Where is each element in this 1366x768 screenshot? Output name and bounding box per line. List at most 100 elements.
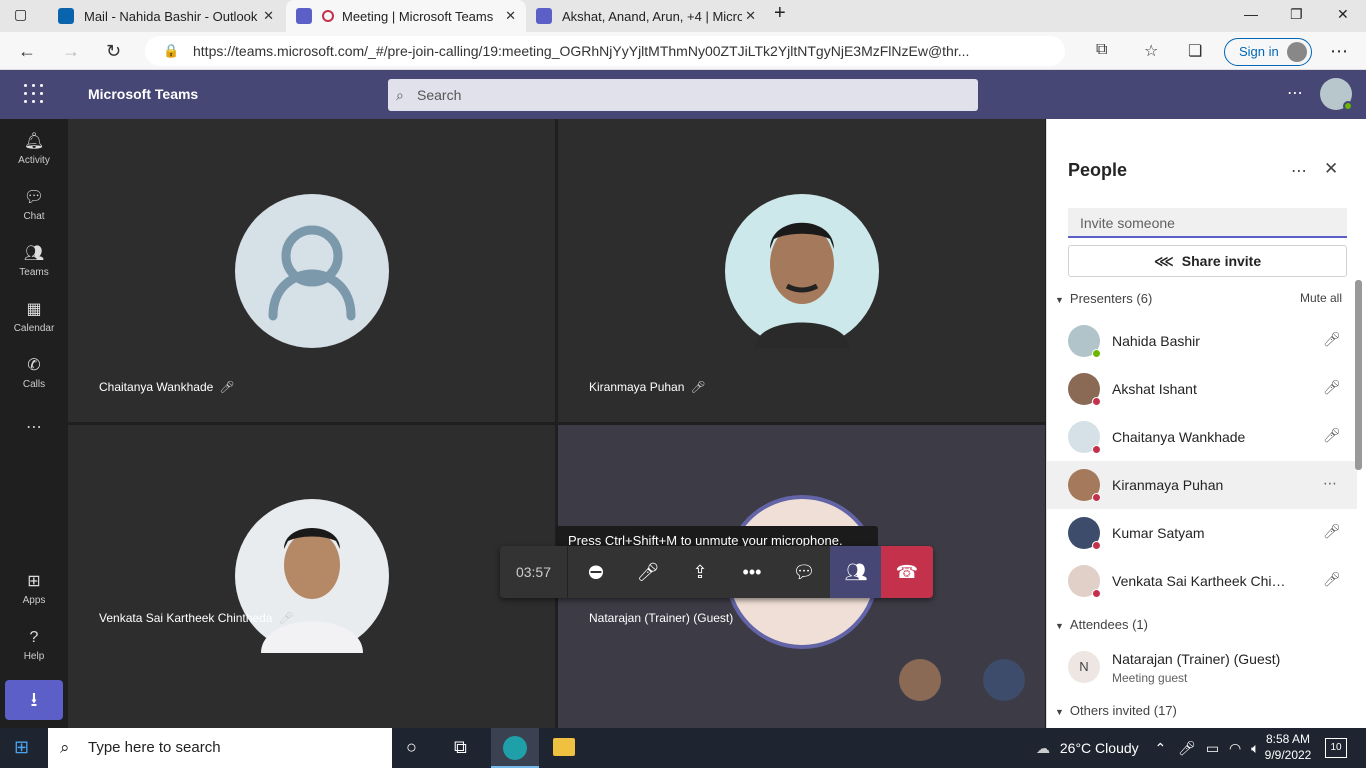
more-actions-button[interactable]: ••• [726, 546, 778, 598]
available-status-icon [1343, 101, 1353, 111]
task-view-icon[interactable]: ⧉ [454, 737, 467, 758]
mute-all-button[interactable]: Mute all [1300, 291, 1342, 305]
rail-item-chat[interactable]: 💬︎ Chat [0, 187, 68, 222]
wifi-icon[interactable]: ◠ [1229, 740, 1241, 756]
rail-item-calls[interactable]: ✆ Calls [0, 355, 68, 390]
attendees-header[interactable]: ▼ Attendees (1) [1055, 617, 1148, 632]
rail-label: Activity [18, 155, 50, 166]
sign-in-button[interactable]: Sign in [1224, 38, 1312, 66]
windows-start-icon[interactable]: ⊞ [14, 737, 29, 758]
panel-more-icon[interactable]: ⋯ [1291, 161, 1307, 181]
camera-off-button[interactable]: ⛔︎ [570, 546, 622, 598]
calendar-icon: ▦ [26, 301, 42, 318]
close-tab-icon[interactable]: ✕ [505, 8, 516, 24]
maximize-icon[interactable]: ❐ [1290, 6, 1303, 23]
chevron-up-icon[interactable]: ⌃ [1155, 740, 1167, 756]
video-tile[interactable]: Venkata Sai Kartheek Chintheda 🎤︎ [68, 425, 555, 728]
minimize-icon[interactable]: — [1244, 6, 1258, 22]
panel-scrollbar[interactable] [1355, 280, 1362, 470]
close-panel-icon[interactable]: ✕ [1324, 159, 1338, 179]
others-invited-header[interactable]: ▼ Others invited (17) [1055, 703, 1177, 718]
participant-row[interactable]: Nahida Bashir 🎤︎ [1047, 317, 1357, 365]
address-bar: ← → ↻ 🔒 https://teams.microsoft.com/_#/p… [0, 32, 1366, 70]
participants-button[interactable]: 👥︎ [830, 546, 882, 598]
user-avatar[interactable] [1320, 78, 1353, 111]
rail-item-activity[interactable]: 🔔︎ Activity [0, 131, 68, 166]
share-invite-button[interactable]: ⋘ Share invite [1068, 245, 1347, 277]
more-options-icon[interactable]: ⋯ [1323, 475, 1337, 492]
back-icon[interactable]: ← [18, 41, 36, 62]
busy-status-icon [1092, 397, 1101, 406]
tab-label: Akshat, Anand, Arun, +4 | Micros [562, 8, 742, 24]
mic-off-button[interactable]: 🎤︎ [622, 546, 674, 598]
app-rail: 🔔︎ Activity 💬︎ Chat 👥︎ Teams ▦ Calendar … [0, 119, 68, 728]
battery-icon[interactable]: ▭ [1206, 740, 1219, 756]
tab-label: Meeting | Microsoft Teams [342, 8, 494, 24]
participant-row[interactable]: Venkata Sai Kartheek Chinth... 🎤︎ [1047, 557, 1357, 605]
weather-text[interactable]: 26°C Cloudy [1060, 740, 1139, 756]
participant-name: Natarajan (Trainer) (Guest) [589, 611, 734, 625]
participant-row[interactable]: Kiranmaya Puhan ⋯ [1047, 461, 1357, 509]
microphone-icon[interactable]: 🎤︎ [1178, 740, 1196, 756]
rail-item-teams[interactable]: 👥︎ Teams [0, 243, 68, 278]
tab-actions-icon[interactable]: ▢ [14, 6, 27, 23]
mic-off-icon: 🎤︎ [1323, 571, 1341, 587]
download-button[interactable]: ⭳ [5, 680, 63, 720]
forward-icon[interactable]: → [62, 41, 80, 62]
rail-label: Teams [19, 267, 49, 278]
participant-row[interactable]: N Natarajan (Trainer) (Guest) Meeting gu… [1047, 643, 1357, 695]
busy-status-icon [1092, 445, 1101, 454]
participant-role: Meeting guest [1112, 671, 1188, 685]
section-label: Others invited (17) [1069, 703, 1177, 718]
new-tab-icon[interactable]: + [774, 2, 786, 25]
leave-call-button[interactable]: ☎︎ [881, 546, 933, 598]
collections-icon[interactable]: ❏ [1188, 41, 1202, 61]
close-window-icon[interactable]: ✕ [1337, 6, 1349, 23]
camera-off-icon: ⛔︎ [588, 562, 604, 582]
rail-label: Chat [23, 211, 45, 222]
tab-teams-chat[interactable]: Akshat, Anand, Arun, +4 | Micros ✕ [526, 0, 766, 32]
taskbar-search[interactable]: ⌕ Type here to search [48, 728, 392, 768]
notification-center-button[interactable]: 10 [1325, 738, 1347, 758]
url-field[interactable]: 🔒 https://teams.microsoft.com/_#/pre-joi… [145, 36, 1065, 66]
invite-input[interactable]: Invite someone [1068, 208, 1347, 238]
rail-more-apps[interactable]: ⋯ [0, 417, 68, 437]
share-screen-icon: ⇪ [692, 562, 708, 582]
participant-row[interactable]: Kumar Satyam 🎤︎ [1047, 509, 1357, 557]
windows-taskbar: ⊞ ⌕ Type here to search ○ ⧉ ☁ 26°C Cloud… [0, 728, 1366, 768]
clock[interactable]: 8:58 AM 9/9/2022 [1258, 731, 1318, 763]
rail-item-calendar[interactable]: ▦ Calendar [0, 299, 68, 334]
more-icon: ••• [742, 562, 762, 582]
edge-taskbar-button[interactable] [491, 728, 539, 768]
more-icon: ⋯ [26, 419, 42, 436]
tab-outlook[interactable]: Mail - Nahida Bashir - Outlook ✕ [48, 0, 284, 32]
rail-item-apps[interactable]: ⊞ Apps [0, 571, 68, 606]
video-tile[interactable]: Chaitanya Wankhade 🎤︎ [68, 119, 555, 422]
close-tab-icon[interactable]: ✕ [263, 8, 274, 24]
refresh-icon[interactable]: ↻ [106, 41, 121, 62]
chat-button[interactable]: 💬︎ [778, 546, 830, 598]
busy-status-icon [1092, 589, 1101, 598]
settings-more-icon[interactable]: ⋯ [1330, 41, 1348, 62]
extensions-icon[interactable]: ⧉ [1096, 41, 1107, 59]
close-tab-icon[interactable]: ✕ [745, 8, 756, 24]
cortana-icon[interactable]: ○ [406, 737, 417, 758]
participant-row[interactable]: Akshat Ishant 🎤︎ [1047, 365, 1357, 413]
video-tile[interactable]: Kiranmaya Puhan 🎤︎ [558, 119, 1045, 422]
share-button[interactable]: ⇪ [674, 546, 726, 598]
mic-off-icon: 🎤︎ [219, 380, 235, 394]
participant-name: Venkata Sai Kartheek Chintheda 🎤︎ [99, 611, 294, 625]
tab-teams-meeting[interactable]: Meeting | Microsoft Teams ✕ [286, 0, 526, 32]
file-explorer-icon[interactable] [553, 738, 575, 756]
search-input[interactable]: ⌕ Search [388, 79, 978, 111]
presenters-header[interactable]: ▼ Presenters (6) [1055, 291, 1152, 306]
more-options-icon[interactable]: ⋯ [1287, 83, 1303, 103]
invite-placeholder: Invite someone [1080, 215, 1175, 231]
participant-row[interactable]: Chaitanya Wankhade 🎤︎ [1047, 413, 1357, 461]
rail-item-help[interactable]: ? Help [0, 627, 68, 662]
app-launcher-icon[interactable] [24, 84, 44, 104]
participant-name: Kiranmaya Puhan [1112, 477, 1224, 493]
favorites-icon[interactable]: ☆ [1144, 41, 1158, 61]
call-controls: 03:57 ⛔︎ 🎤︎ ⇪ ••• 💬︎ 👥︎ ☎︎ [500, 546, 933, 598]
clock-date: 9/9/2022 [1264, 748, 1312, 762]
